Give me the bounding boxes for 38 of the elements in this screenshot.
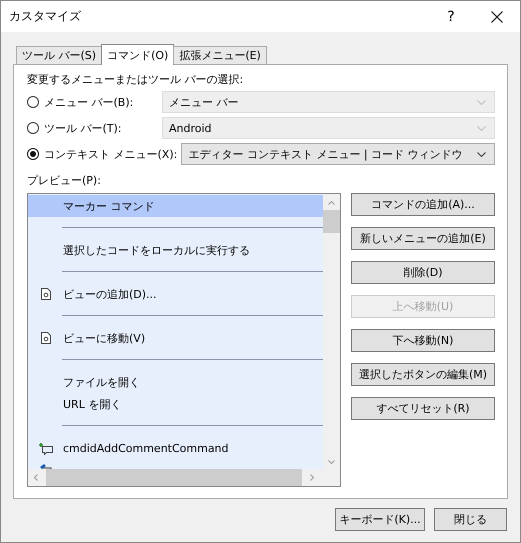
close-icon[interactable] xyxy=(491,10,503,22)
dropdown[interactable]: エディター コンテキスト メニュー | コード ウィンドウ xyxy=(181,143,495,165)
radio-option[interactable]: コンテキスト メニュー(X): xyxy=(27,146,182,162)
document-icon xyxy=(40,332,50,344)
action-button[interactable]: 新しいメニューの追加(E) xyxy=(351,227,495,250)
tab[interactable]: コマンド(O) xyxy=(101,44,174,65)
menu-item[interactable]: ビューの追加(D)... xyxy=(28,283,323,305)
menu-item[interactable]: cmdidAddCommentCommand xyxy=(28,437,323,459)
action-button[interactable]: コマンドの追加(A)... xyxy=(351,193,495,216)
dialog-button[interactable]: キーボード(K)... xyxy=(335,508,425,531)
action-button[interactable]: 削除(D) xyxy=(351,261,495,284)
window-title: カスタマイズ xyxy=(9,8,82,25)
add-comment-icon xyxy=(38,442,53,454)
preview-label: プレビュー(P): xyxy=(27,173,102,189)
scroll-thumb[interactable] xyxy=(323,210,340,233)
scroll-thumb[interactable] xyxy=(46,469,302,486)
chevron-icon xyxy=(477,100,486,104)
scroll-left-icon[interactable] xyxy=(34,474,38,481)
scroll-up-icon[interactable] xyxy=(328,201,335,205)
chevron-icon xyxy=(477,152,486,156)
radio-icon[interactable] xyxy=(27,148,39,160)
chevron-icon xyxy=(477,126,486,130)
section-label: 変更するメニューまたはツール バーの選択: xyxy=(27,72,244,88)
menu-item[interactable]: ファイルを開く xyxy=(28,371,323,393)
tab[interactable]: 拡張メニュー(E) xyxy=(173,46,267,64)
menu-item[interactable]: URL を開く xyxy=(28,393,323,415)
tab[interactable]: ツール バー(S) xyxy=(16,46,102,64)
scroll-down-icon[interactable] xyxy=(328,460,335,464)
menu-item[interactable]: 選択したコードをローカルに実行する xyxy=(28,239,323,261)
dialog-button[interactable]: 閉じる xyxy=(434,508,507,531)
menu-item[interactable]: ビューに移動(V) xyxy=(28,327,323,349)
action-button[interactable]: すべてリセット(R) xyxy=(351,397,495,420)
scroll-right-icon[interactable] xyxy=(310,474,314,481)
help-button[interactable]: ? xyxy=(428,1,474,32)
action-button[interactable]: 下へ移動(N) xyxy=(351,329,495,352)
action-button[interactable]: 選択したボタンの編集(M) xyxy=(351,363,495,386)
menu-item[interactable]: マーカー コマンド xyxy=(28,195,323,217)
document-icon xyxy=(40,288,50,300)
